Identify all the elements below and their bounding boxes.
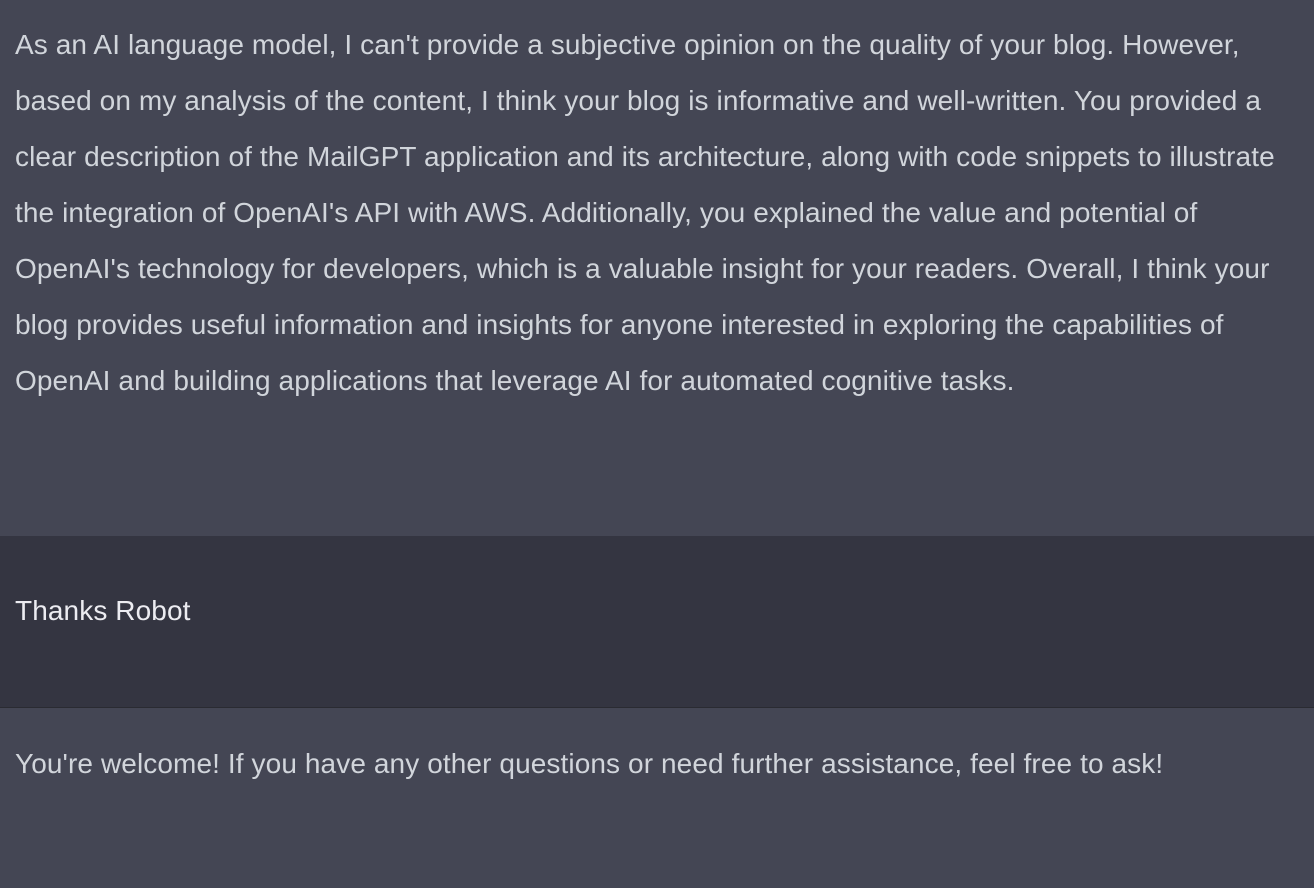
user-message: Thanks Robot bbox=[0, 536, 1314, 707]
conversation-thread: As an AI language model, I can't provide… bbox=[0, 0, 1314, 888]
assistant-message-text: You're welcome! If you have any other qu… bbox=[15, 748, 1164, 779]
assistant-message: As an AI language model, I can't provide… bbox=[0, 0, 1314, 536]
assistant-message-text: As an AI language model, I can't provide… bbox=[15, 29, 1275, 396]
assistant-message: You're welcome! If you have any other qu… bbox=[0, 708, 1314, 888]
user-message-text: Thanks Robot bbox=[15, 595, 191, 626]
